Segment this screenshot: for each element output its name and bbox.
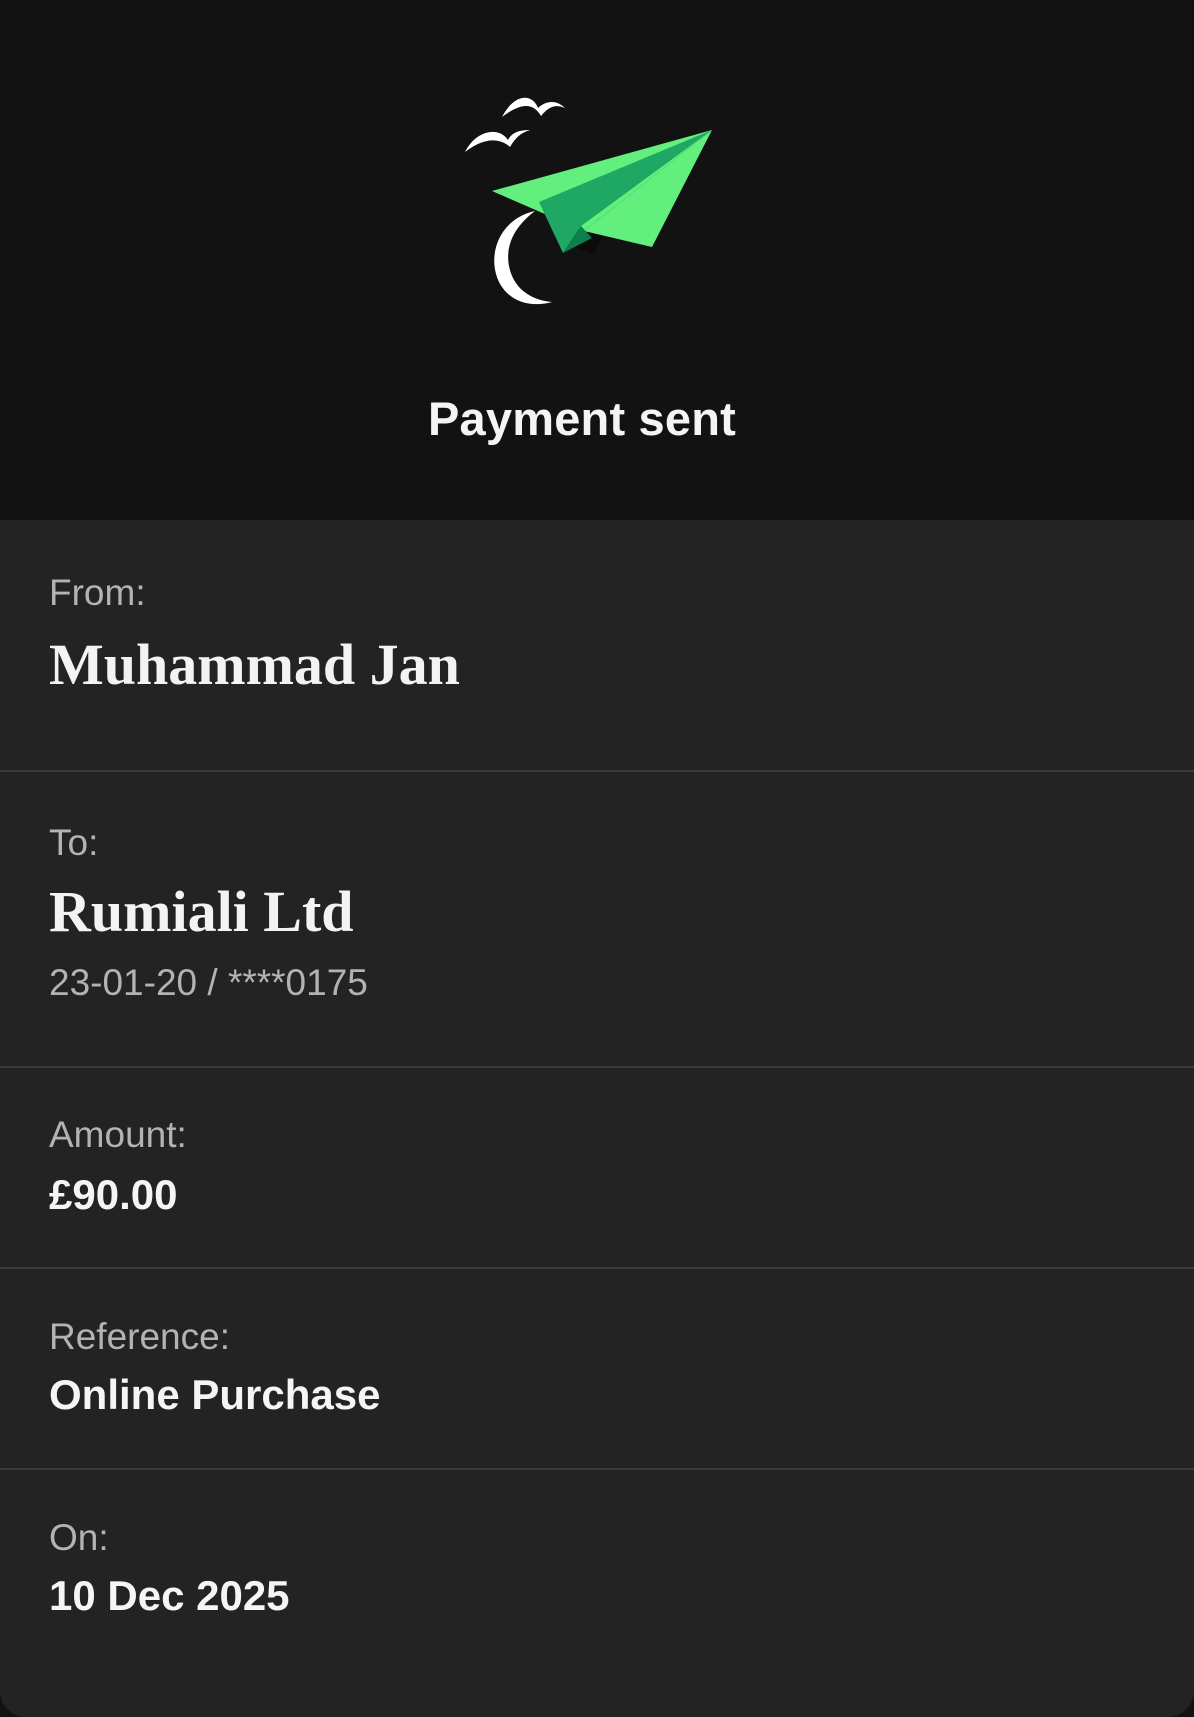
to-label: To: bbox=[49, 822, 99, 863]
payment-status-title: Payment sent bbox=[427, 392, 736, 446]
reference-label: Reference: bbox=[49, 1316, 230, 1357]
to-row: To: Rumiali Ltd 23-01-20 / ****0175 bbox=[0, 772, 1194, 1068]
from-label: From: bbox=[49, 572, 146, 613]
reference-value: Online Purchase bbox=[49, 1371, 381, 1418]
payment-confirmation-screen: Payment sent From: Muhammad Jan To: Rumi… bbox=[0, 0, 1194, 1717]
from-value: Muhammad Jan bbox=[49, 632, 460, 697]
date-value: 10 Dec 2025 bbox=[49, 1572, 290, 1619]
amount-row: Amount: £90.00 bbox=[0, 1068, 1194, 1269]
amount-value: £90.00 bbox=[49, 1171, 178, 1218]
amount-label: Amount: bbox=[49, 1114, 187, 1155]
reference-row: Reference: Online Purchase bbox=[0, 1269, 1194, 1470]
date-row: On: 10 Dec 2025 bbox=[0, 1470, 1194, 1717]
recipient-account-details: 23-01-20 / ****0175 bbox=[49, 962, 368, 1003]
from-row: From: Muhammad Jan bbox=[0, 520, 1194, 772]
payment-details-panel: From: Muhammad Jan To: Rumiali Ltd 23-01… bbox=[0, 520, 1194, 1717]
to-value: Rumiali Ltd bbox=[49, 879, 354, 944]
date-label: On: bbox=[49, 1517, 109, 1558]
paper-plane-icon bbox=[465, 97, 712, 305]
paper-plane-illustration bbox=[465, 88, 735, 348]
payment-header: Payment sent bbox=[0, 0, 1194, 520]
